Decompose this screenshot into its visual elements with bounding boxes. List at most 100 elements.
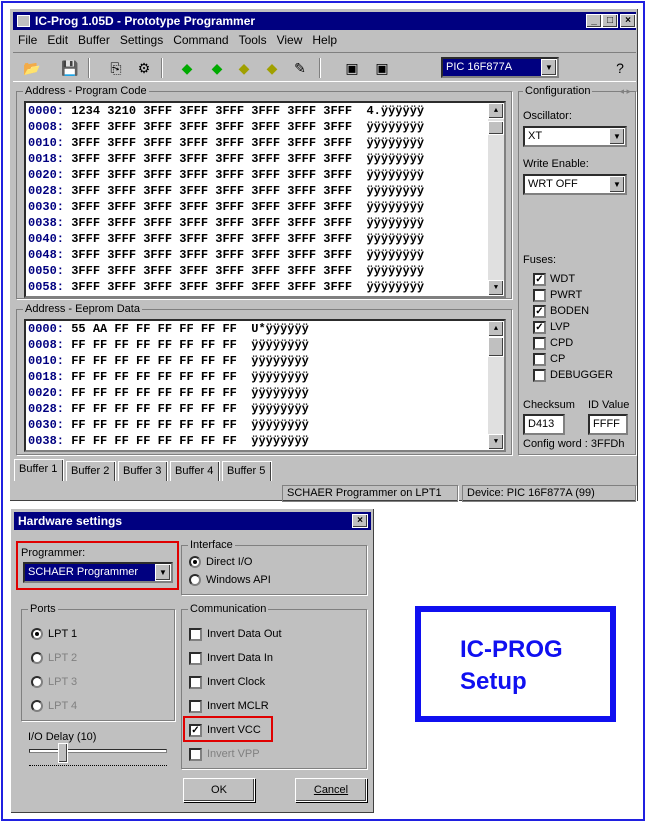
cancel-button[interactable]: Cancel [295,778,367,802]
fuse-checkbox-cp[interactable]: CP [533,351,565,367]
menu-bar: File Edit Buffer Settings Command Tools … [13,30,342,50]
scroll-up-icon[interactable]: ▲ [488,103,504,119]
id-value-field[interactable]: FFFF [588,414,628,435]
menu-buffer[interactable]: Buffer [73,30,115,50]
fuse-checkbox-lvp[interactable]: ✓ LVP [533,319,570,335]
checksum-value: D413 [528,418,555,430]
hex-ascii: U*ÿÿÿÿÿÿ [251,322,309,336]
banner-line2: Setup [460,668,527,695]
fuse-checkbox-pwrt[interactable]: PWRT [533,287,582,303]
hex-values: FF FF FF FF FF FF FF FF [71,354,237,368]
menu-view[interactable]: View [272,30,308,50]
open-file-icon[interactable]: 📂 [23,59,41,77]
hex-view-icon[interactable]: ▣ [373,59,391,77]
tab-buffer-5[interactable]: Buffer 5 [222,461,272,481]
tab-buffer-4[interactable]: Buffer 4 [170,461,220,481]
scroll-down-icon[interactable]: ▼ [488,280,504,296]
menu-edit[interactable]: Edit [42,30,73,50]
scroll-down-icon[interactable]: ▼ [488,434,504,450]
hex-row: 0028: 3FFF 3FFF 3FFF 3FFF 3FFF 3FFF 3FFF… [26,183,504,199]
hex-ascii: ÿÿÿÿÿÿÿÿ [366,152,425,166]
tab-buffer-1[interactable]: Buffer 1 [14,459,64,481]
port-lpt3-radio: LPT 3 [31,674,77,690]
tab-buffer-3[interactable]: Buffer 3 [118,461,168,481]
menu-tools[interactable]: Tools [234,30,272,50]
close-icon[interactable]: × [352,514,368,528]
eeprom-view[interactable]: 0000: 55 AA FF FF FF FF FF FF U*ÿÿÿÿÿÿ 00… [24,319,506,452]
io-delay-track [29,749,167,753]
program-scrollbar[interactable]: ▲ ▼ [488,103,504,296]
hex-address: 0018: [28,152,65,166]
program-icon[interactable]: ◆ [208,59,226,77]
chevron-down-icon[interactable]: ▼ [609,176,625,193]
maximize-icon[interactable]: □ [602,14,618,28]
device-select[interactable]: PIC 16F877A ▼ [441,57,559,78]
tab-buffer-2[interactable]: Buffer 2 [66,461,116,481]
chevron-down-icon[interactable]: ▼ [609,128,625,145]
eeprom-scrollbar[interactable]: ▲ ▼ [488,321,504,450]
copy-buffer-icon[interactable]: ⎘ [107,59,125,77]
hex-row: 0050: 3FFF 3FFF 3FFF 3FFF 3FFF 3FFF 3FFF… [26,263,504,279]
blank-check-icon[interactable]: ✎ [291,59,309,77]
menu-settings[interactable]: Settings [115,30,168,50]
help-icon[interactable]: ? [611,59,629,77]
scroll-thumb[interactable] [488,337,504,357]
hex-address: 0048: [28,248,65,262]
menu-command[interactable]: Command [168,30,233,50]
minimize-icon[interactable]: _ [586,14,602,28]
scroll-thumb[interactable] [488,121,504,135]
invert-clock-checkbox[interactable]: Invert Clock [189,674,265,690]
fuse-checkbox-debugger[interactable]: DEBUGGER [533,367,613,383]
separator [319,58,321,78]
hex-values: 3FFF 3FFF 3FFF 3FFF 3FFF 3FFF 3FFF 3FFF [71,280,353,294]
eeprom-label: Address - Eeprom Data [23,303,142,315]
ports-label: Ports [28,603,58,615]
hex-ascii: ÿÿÿÿÿÿÿÿ [366,248,425,262]
hex-row: 0038: FF FF FF FF FF FF FF FF ÿÿÿÿÿÿÿÿ [26,433,504,449]
close-icon[interactable]: × [620,14,636,28]
checkbox-icon [189,627,202,641]
hex-ascii: ÿÿÿÿÿÿÿÿ [366,136,425,150]
save-icon[interactable]: 💾 [61,59,79,77]
windows-api-radio[interactable]: Windows API [189,572,271,588]
window-title: IC-Prog 1.05D - Prototype Programmer [35,14,256,28]
checkbox-icon [533,352,546,366]
read-icon[interactable]: ◆ [178,59,196,77]
hex-values: 3FFF 3FFF 3FFF 3FFF 3FFF 3FFF 3FFF 3FFF [71,168,353,182]
checkbox-icon [189,699,202,713]
chevron-down-icon[interactable]: ▼ [541,59,557,76]
checkbox-icon [533,288,546,302]
checkmark-icon: ✓ [533,304,546,318]
port-lpt1-radio[interactable]: LPT 1 [31,626,77,642]
hex-values: FF FF FF FF FF FF FF FF [71,418,237,432]
fuse-checkbox-boden[interactable]: ✓ BODEN [533,303,589,319]
hex-values: FF FF FF FF FF FF FF FF [71,386,237,400]
hex-values: 3FFF 3FFF 3FFF 3FFF 3FFF 3FFF 3FFF 3FFF [71,184,353,198]
scroll-up-icon[interactable]: ▲ [488,321,504,337]
ok-button[interactable]: OK [183,778,255,802]
hex-address: 0028: [28,184,65,198]
settings-icon[interactable]: ⚙ [135,59,153,77]
hex-address: 0018: [28,370,65,384]
verify-icon[interactable]: ◆ [263,59,281,77]
fuse-checkbox-wdt[interactable]: ✓ WDT [533,271,575,287]
hex-row: 0028: FF FF FF FF FF FF FF FF ÿÿÿÿÿÿÿÿ [26,401,504,417]
hex-row: 0038: 3FFF 3FFF 3FFF 3FFF 3FFF 3FFF 3FFF… [26,215,504,231]
hex-ascii: ÿÿÿÿÿÿÿÿ [251,370,309,384]
menu-help[interactable]: Help [307,30,342,50]
invert-data-in-checkbox[interactable]: Invert Data In [189,650,273,666]
program-code-view[interactable]: 0000: 1234 3210 3FFF 3FFF 3FFF 3FFF 3FFF… [24,101,506,298]
invert-mclr-checkbox[interactable]: Invert MCLR [189,698,269,714]
io-delay-slider[interactable] [58,743,68,763]
hex-values: 3FFF 3FFF 3FFF 3FFF 3FFF 3FFF 3FFF 3FFF [71,232,353,246]
direct-io-radio[interactable]: Direct I/O [189,554,252,570]
oscillator-select[interactable]: XT ▼ [523,126,627,147]
invert-data-out-checkbox[interactable]: Invert Data Out [189,626,282,642]
assembler-view-icon[interactable]: ▣ [343,59,361,77]
checkbox-label: Invert Clock [207,676,266,688]
menu-file[interactable]: File [13,30,42,50]
write-enable-select[interactable]: WRT OFF ▼ [523,174,627,195]
erase-icon[interactable]: ◆ [235,59,253,77]
fuse-checkbox-cpd[interactable]: CPD [533,335,573,351]
hex-values: FF FF FF FF FF FF FF FF [71,338,237,352]
